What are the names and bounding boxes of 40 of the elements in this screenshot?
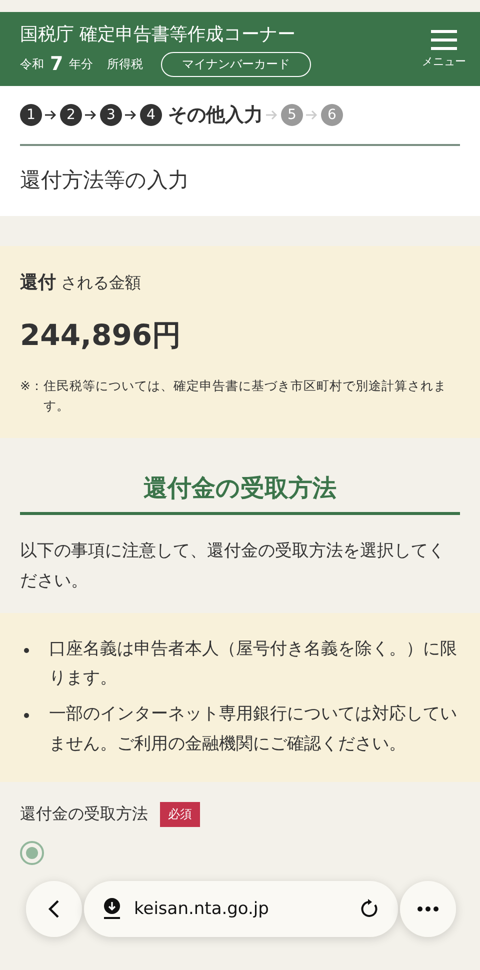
step-number: 2 (60, 104, 82, 126)
notice-text: 口座名義は申告者本人（屋号付き名義を除く。）に限ります。 (49, 638, 458, 690)
arrow-icon (125, 110, 137, 120)
download-icon (102, 898, 122, 920)
menu-button[interactable]: メニュー (422, 30, 466, 68)
arrow-icon (266, 110, 278, 120)
required-badge: 必須 (160, 802, 200, 826)
refund-amount: 244,896円 (20, 317, 182, 354)
field-label: 還付金の受取方法 (20, 804, 148, 824)
menu-icon (431, 30, 457, 50)
year-number: 7 (50, 53, 64, 75)
bullet-dot (24, 713, 29, 718)
tax-type: 所得税 (107, 56, 144, 72)
reload-icon[interactable] (360, 899, 380, 919)
url-text: keisan.nta.go.jp (134, 899, 270, 919)
radio-button[interactable] (20, 840, 44, 864)
back-icon (48, 899, 60, 919)
step-label: その他入力 (168, 103, 263, 128)
bullet-dot (24, 648, 29, 652)
era-label: 令和 (20, 56, 44, 72)
step-number: 5 (281, 104, 303, 126)
page-title: 還付方法等の入力 (20, 167, 190, 194)
site-title: 国税庁 確定申告書等作成コーナー (20, 22, 297, 46)
more-icon (417, 906, 439, 912)
intro-text: 以下の事項に注意して、還付金の受取方法を選択してください。 (20, 540, 446, 593)
step-number: 4 (140, 104, 162, 126)
step-number: 1 (20, 104, 42, 126)
arrow-icon (306, 110, 318, 120)
year-suffix: 年分 (69, 56, 94, 72)
refund-label: 還付 される金額 (20, 271, 142, 294)
section-heading: 還付金の受取方法 (20, 472, 460, 515)
note-text: 住民税等については、確定申告書に基づき市区町村で別途計算されます。 (43, 377, 448, 415)
arrow-icon (85, 110, 97, 120)
note-mark: ※： (20, 377, 44, 395)
arrow-icon (45, 110, 57, 120)
mynumber-card-button[interactable]: マイナンバーカード (161, 52, 312, 76)
step-number: 3 (100, 104, 122, 126)
notice-text: 一部のインターネット専用銀行については対応していません。ご利用の金融機関にご確認ください。 (49, 703, 458, 756)
address-bar[interactable]: keisan.nta.go.jp (84, 881, 398, 937)
step-number: 6 (321, 104, 343, 126)
